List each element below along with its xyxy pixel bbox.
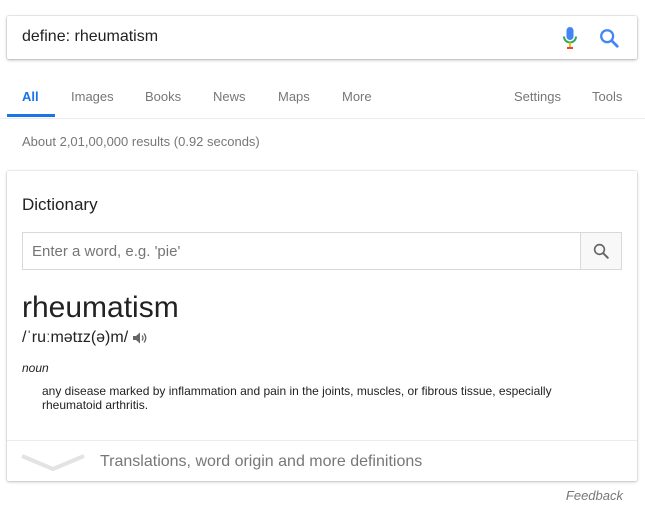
search-icon [593,243,609,259]
search-icon[interactable] [598,27,620,49]
feedback-link[interactable]: Feedback [566,488,623,503]
search-box[interactable]: define: rheumatism [7,16,637,59]
pronunciation: /ˈruːmətɪz(ə)m/ [22,329,129,346]
search-input[interactable]: define: rheumatism [22,28,542,46]
tab-settings[interactable]: Settings [514,89,561,104]
tabs-divider [0,118,645,119]
tab-maps[interactable]: Maps [278,89,310,104]
dictionary-search-button[interactable] [580,233,621,269]
microphone-icon[interactable] [562,26,578,50]
active-tab-indicator [7,114,55,117]
tab-news[interactable]: News [213,89,246,104]
headword: rheumatism [22,291,179,324]
dictionary-card: Dictionary Enter a word, e.g. 'pie' rheu… [7,171,637,481]
tab-books[interactable]: Books [145,89,181,104]
tab-images[interactable]: Images [71,89,114,104]
part-of-speech: noun [22,361,49,375]
dictionary-search-input[interactable]: Enter a word, e.g. 'pie' [22,232,622,270]
tab-more[interactable]: More [342,89,372,104]
search-tabs: All Images Books News Maps More Settings… [0,79,645,119]
tab-tools[interactable]: Tools [592,89,622,104]
pronunciation-row: /ˈruːmətɪz(ə)m/ [22,329,148,347]
tab-all[interactable]: All [22,89,39,104]
result-stats: About 2,01,00,000 results (0.92 seconds) [22,134,260,149]
more-definitions-link[interactable]: Translations, word origin and more defin… [100,453,422,471]
speaker-icon[interactable] [132,331,148,345]
chevron-down-icon[interactable] [20,452,86,472]
dictionary-title: Dictionary [22,195,98,214]
card-divider [7,440,637,441]
definition: any disease marked by inflammation and p… [42,384,552,412]
dictionary-input-placeholder: Enter a word, e.g. 'pie' [32,243,181,260]
